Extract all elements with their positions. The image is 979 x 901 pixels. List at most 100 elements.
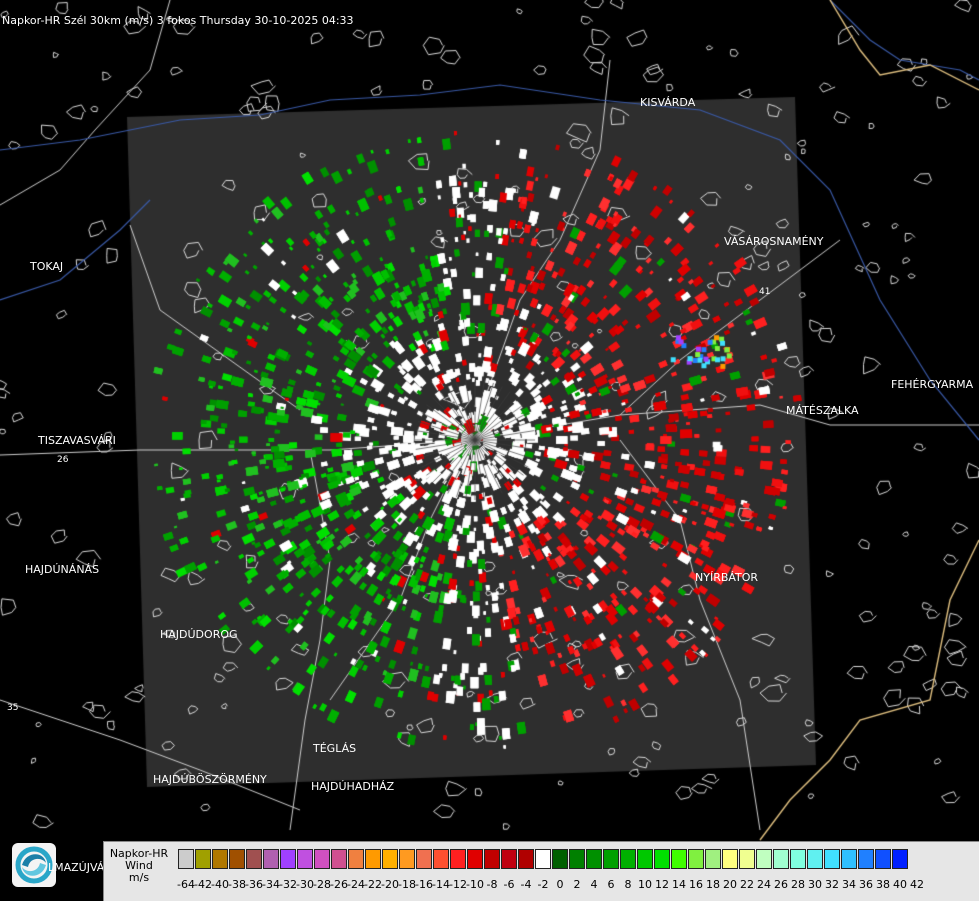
legend-swatch [450, 849, 466, 869]
place-label-teglas: TÉGLÁS [313, 742, 357, 755]
place-label-vasarosnameny: VÁSÁROSNAMÉNY [724, 235, 824, 248]
legend-swatches [178, 849, 908, 869]
legend-swatch [773, 849, 789, 869]
legend-swatch [756, 849, 772, 869]
legend-swatch [569, 849, 585, 869]
place-label-hajdunanas: HAJDÚNÁNÁS [25, 563, 100, 576]
legend-swatch [365, 849, 381, 869]
legend-tick-label: 26 [774, 878, 788, 891]
legend-swatch [433, 849, 449, 869]
legend-swatch [535, 849, 551, 869]
place-label-tokaj: TOKAJ [30, 260, 64, 273]
legend-tick-label: -6 [503, 878, 515, 891]
road-number-26: 26 [57, 455, 69, 465]
legend-swatch [603, 849, 619, 869]
legend-tick-label: 14 [672, 878, 686, 891]
legend-swatch [892, 849, 908, 869]
place-label-hajdudorog: HAJDÚDOROG [160, 628, 238, 641]
legend-tick-label: 16 [689, 878, 703, 891]
legend-tick-label: -42 [194, 878, 212, 891]
legend-tick-label: 2 [573, 878, 581, 891]
legend-tick-label: -40 [211, 878, 229, 891]
legend-tick-labels: -64 -42 -40 -38 -36 -34 -32 -30 -28 -26 -24 -22 -20-… [177, 878, 978, 892]
color-legend: Napkor-HR Wind m/s -64 -42 -40 -38 -36 -34 -32… [103, 841, 979, 901]
legend-swatch [348, 849, 364, 869]
legend-swatch [195, 849, 211, 869]
legend-swatch [790, 849, 806, 869]
place-label-tiszavasvari: TISZAVASVÁRI [38, 434, 116, 447]
legend-swatch [263, 849, 279, 869]
legend-tick-label: -34 [262, 878, 280, 891]
place-label-fehergyarmat: FEHÉRGYARMA [891, 378, 974, 391]
legend-tick-label: 34 [842, 878, 856, 891]
legend-swatch [416, 849, 432, 869]
legend-tick-label: -30 [296, 878, 314, 891]
legend-tick-label: -18 [398, 878, 416, 891]
place-label-mateszalka: MÁTÉSZALKA [786, 404, 859, 417]
legend-swatch [722, 849, 738, 869]
legend-tick-label: -24 [347, 878, 365, 891]
legend-tick-label: -16 [415, 878, 433, 891]
legend-tick-label: 4 [590, 878, 598, 891]
legend-swatch [467, 849, 483, 869]
legend-tick-label: 28 [791, 878, 805, 891]
legend-swatch [314, 849, 330, 869]
place-label-hajduhadhaz: HAJDÚHADHÁZ [311, 780, 395, 793]
legend-tick-label: -4 [520, 878, 532, 891]
legend-tick-label: -12 [449, 878, 467, 891]
legend-swatch [637, 849, 653, 869]
legend-swatch [280, 849, 296, 869]
legend-tick-label: 8 [624, 878, 632, 891]
legend-tick-label: -32 [279, 878, 297, 891]
legend-swatch [824, 849, 840, 869]
legend-swatch [552, 849, 568, 869]
legend-swatch [518, 849, 534, 869]
legend-swatch [484, 849, 500, 869]
place-label-hajduboszormeny: HAJDÚBÖSZÖRMÉNY [153, 773, 267, 786]
legend-swatch [382, 849, 398, 869]
legend-swatch [297, 849, 313, 869]
legend-swatch [654, 849, 670, 869]
legend-swatch [586, 849, 602, 869]
legend-tick-label: -2 [537, 878, 549, 891]
legend-tick-label: -10 [466, 878, 484, 891]
place-label-kisvarda: KISVÁRDA [640, 96, 696, 109]
legend-tick-label: 40 [893, 878, 907, 891]
legend-tick-label: 12 [655, 878, 669, 891]
legend-swatch [841, 849, 857, 869]
legend-swatch [229, 849, 245, 869]
legend-tick-label: 6 [607, 878, 615, 891]
road-number-41: 41 [759, 287, 771, 297]
legend-tick-label: -8 [486, 878, 498, 891]
legend-swatch [688, 849, 704, 869]
legend-tick-label: -22 [364, 878, 382, 891]
legend-tick-label: -38 [228, 878, 246, 891]
map-title: Napkor-HR Szél 30km (m/s) 3 fokos Thursd… [2, 14, 354, 27]
road-number-35: 35 [7, 703, 19, 713]
legend-tick-label: -64 [177, 878, 195, 891]
legend-swatch [501, 849, 517, 869]
legend-swatch [875, 849, 891, 869]
legend-tick-label: -20 [381, 878, 399, 891]
legend-tick-label: -28 [313, 878, 331, 891]
legend-tick-label: 18 [706, 878, 720, 891]
legend-tick-label: 38 [876, 878, 890, 891]
legend-swatch [807, 849, 823, 869]
legend-swatch [739, 849, 755, 869]
legend-title-line3: m/s [128, 871, 150, 884]
legend-swatch [178, 849, 194, 869]
legend-tick-label: -26 [330, 878, 348, 891]
legend-swatch [858, 849, 874, 869]
legend-tick-label: 20 [723, 878, 737, 891]
legend-tick-label: 22 [740, 878, 754, 891]
place-label-nyirbator: NYÍRBÁTOR [695, 571, 759, 584]
legend-swatch [331, 849, 347, 869]
legend-tick-label: 0 [556, 878, 564, 891]
legend-tick-label: 36 [859, 878, 873, 891]
radar-map-canvas [0, 0, 979, 900]
legend-swatch [212, 849, 228, 869]
legend-tick-label: 32 [825, 878, 839, 891]
legend-tick-label: 24 [757, 878, 771, 891]
legend-swatch [246, 849, 262, 869]
legend-swatch [671, 849, 687, 869]
